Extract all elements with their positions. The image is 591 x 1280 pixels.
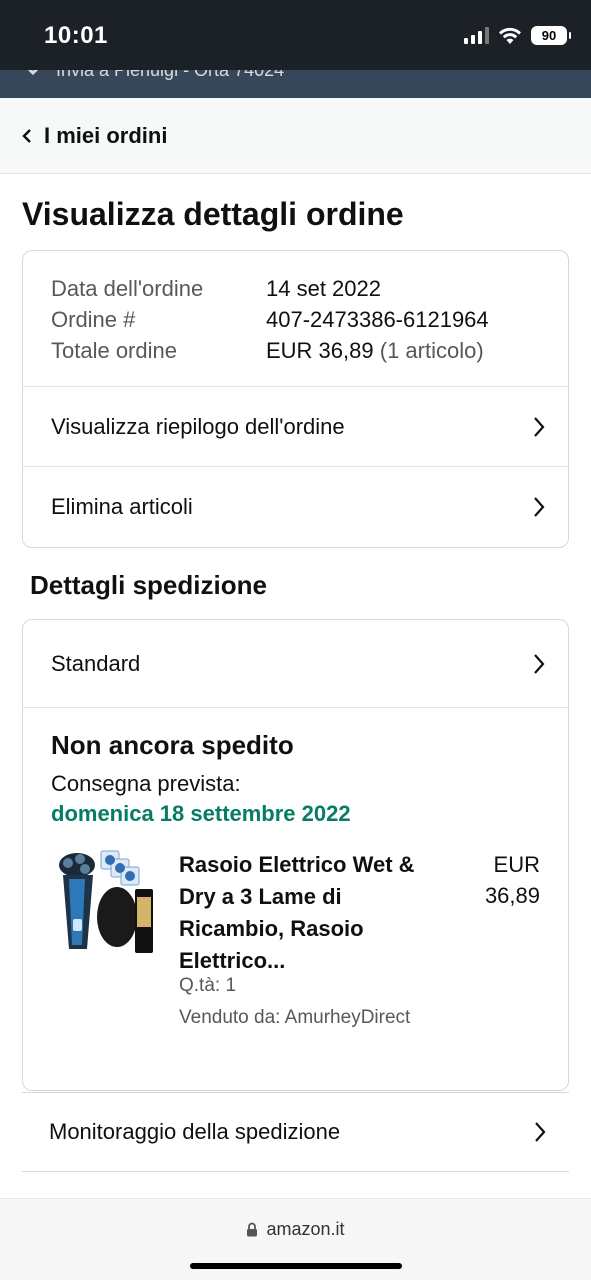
order-total-amount: EUR 36,89 (266, 338, 374, 363)
shipping-card: Standard Non ancora spedito Consegna pre… (22, 619, 569, 1091)
product-price: EUR 36,89 (460, 849, 540, 911)
delivery-address-text: Invia a Pierluigi - Orta 74024 (56, 70, 285, 80)
chevron-right-icon (534, 497, 545, 517)
view-order-summary-link[interactable]: Visualizza riepilogo dell'ordine (23, 387, 568, 467)
order-info-block: Data dell'ordine 14 set 2022 Ordine # 40… (23, 251, 568, 387)
delete-items-label: Elimina articoli (51, 494, 193, 519)
cellular-signal-icon (464, 27, 489, 44)
delivery-estimate-date: domenica 18 settembre 2022 (51, 801, 351, 826)
battery-icon: 90 (531, 26, 571, 45)
track-shipment-label: Monitoraggio della spedizione (49, 1119, 341, 1144)
status-bar: 10:01 90 (0, 0, 591, 70)
product-title-link[interactable]: Rasoio Elettrico Wet & Dry a 3 Lame di R… (179, 849, 419, 977)
view-order-summary-label: Visualizza riepilogo dell'ordine (51, 413, 345, 439)
product-item[interactable]: Rasoio Elettrico Wet & Dry a 3 Lame di R… (51, 827, 540, 1082)
order-total-value: EUR 36,89 (1 articolo) (266, 335, 484, 366)
shipping-method-link[interactable]: Standard (23, 620, 568, 708)
status-icons: 90 (464, 26, 571, 45)
delivery-estimate-label: Consegna prevista: (51, 771, 241, 796)
browser-bottom-bar: amazon.it (0, 1198, 591, 1280)
shipment-block: Non ancora spedito Consegna prevista: do… (23, 708, 568, 1082)
chevron-right-icon (534, 416, 545, 437)
delete-items-link[interactable]: Elimina articoli (23, 467, 568, 547)
order-number-value: 407-2473386-6121964 (266, 307, 489, 332)
wifi-icon (499, 27, 521, 44)
address-bar[interactable]: amazon.it (0, 1219, 591, 1240)
order-date-value: 14 set 2022 (266, 276, 381, 301)
delivery-address-bar[interactable]: Invia a Pierluigi - Orta 74024 (0, 70, 591, 98)
page-title: Visualizza dettagli ordine (22, 196, 404, 232)
order-date-label: Data dell'ordine (51, 276, 204, 301)
url-text: amazon.it (266, 1219, 345, 1239)
order-number-row: Ordine # 407-2473386-6121964 (51, 304, 540, 335)
back-label: I miei ordini (44, 122, 168, 148)
shipping-section-title: Dettagli spedizione (30, 570, 267, 600)
product-price-currency: EUR (493, 852, 540, 877)
chevron-down-icon (27, 70, 39, 76)
shipment-status: Non ancora spedito (51, 730, 294, 760)
order-number-label: Ordine # (51, 307, 136, 332)
status-time: 10:01 (44, 22, 108, 49)
chevron-left-icon (22, 128, 31, 143)
lock-icon (247, 1222, 258, 1237)
shipping-method-label: Standard (51, 650, 141, 676)
product-seller: Venduto da: AmurheyDirect (179, 1007, 411, 1028)
back-navigation[interactable]: I miei ordini (0, 98, 591, 174)
order-info-card: Data dell'ordine 14 set 2022 Ordine # 40… (22, 250, 569, 548)
product-image[interactable] (55, 849, 155, 957)
product-quantity: Q.tà: 1 (179, 975, 237, 996)
order-total-items: (1 articolo) (379, 338, 484, 363)
order-total-label: Totale ordine (51, 338, 177, 363)
order-total-row: Totale ordine EUR 36,89 (1 articolo) (51, 335, 540, 366)
chevron-right-icon (535, 1122, 546, 1142)
order-date-row: Data dell'ordine 14 set 2022 (51, 273, 540, 304)
home-indicator[interactable] (190, 1263, 402, 1269)
chevron-right-icon (534, 653, 545, 674)
track-shipment-link[interactable]: Monitoraggio della spedizione (22, 1092, 569, 1172)
product-price-amount: 36,89 (484, 883, 540, 908)
